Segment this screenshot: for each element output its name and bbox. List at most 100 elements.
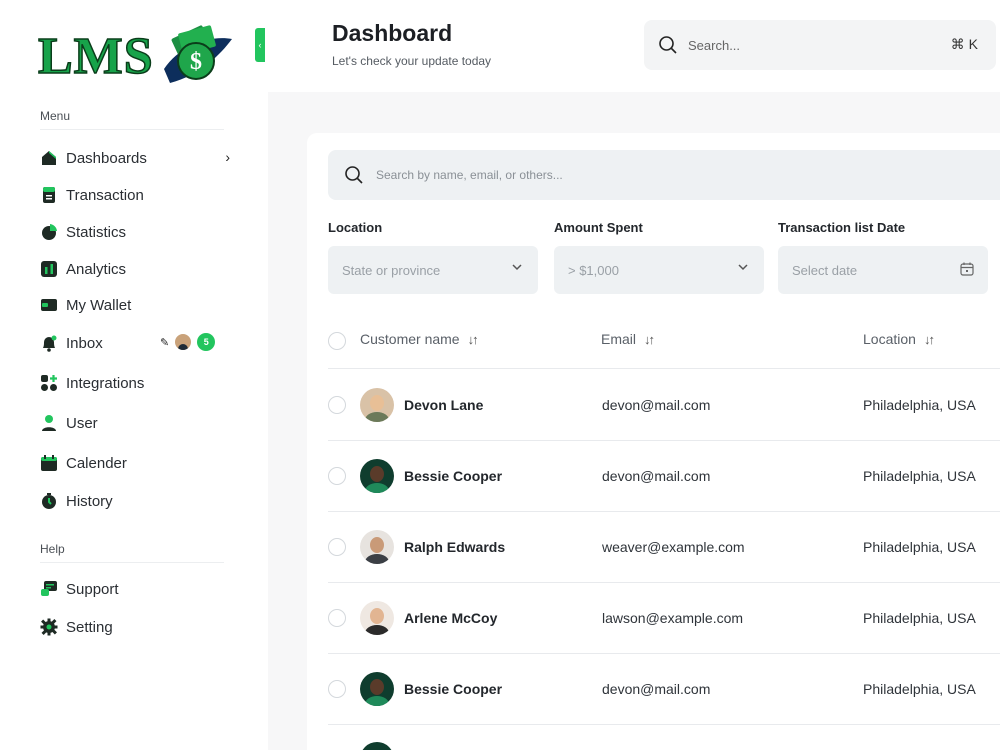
calendar-icon (960, 262, 974, 276)
sidebar-item-user[interactable]: User (40, 409, 230, 437)
sidebar-item-inbox[interactable]: Inbox ✎ 5 (40, 329, 230, 357)
row-divider (328, 440, 1000, 441)
column-header-label: Customer name (360, 331, 460, 347)
amount-select[interactable]: > $1,000 (554, 246, 764, 294)
collapse-sidebar-button[interactable]: ‹ (255, 28, 265, 62)
sidebar-item-label: Setting (66, 618, 113, 636)
wallet-icon (40, 296, 58, 314)
column-header-location[interactable]: Location ↓↑ (863, 331, 935, 347)
avatar (360, 529, 394, 564)
help-divider (40, 562, 224, 563)
email-cell: devon@mail.com (602, 467, 711, 484)
select-all-checkbox[interactable] (328, 332, 346, 350)
location-select-placeholder: State or province (342, 262, 441, 278)
location-filter-label: Location (328, 220, 383, 235)
inbox-extras: ✎ 5 (160, 333, 216, 351)
customer-name: Devon Lane (404, 396, 484, 413)
integrations-icon (40, 374, 58, 392)
sort-icon: ↓↑ (923, 331, 935, 347)
customer-cell: Bessie Cooper (360, 671, 503, 706)
global-search[interactable]: ⌘ K (644, 20, 996, 70)
logo[interactable]: LMS $ (37, 22, 248, 92)
customer-name: Bessie Cooper (404, 680, 503, 697)
date-picker[interactable]: Select date (778, 246, 988, 294)
sidebar-item-label: Statistics (66, 223, 127, 241)
sidebar-item-setting[interactable]: Setting (40, 613, 230, 641)
date-picker-placeholder: Select date (792, 262, 858, 278)
sidebar-item-my-wallet[interactable]: My Wallet (40, 291, 230, 319)
row-divider (328, 582, 1000, 583)
customer-name: Ralph Edwards (404, 538, 506, 555)
history-icon (40, 492, 58, 510)
money-icon: $ (163, 25, 232, 83)
shortcut-hint: ⌘ K (950, 36, 978, 52)
sort-icon: ↓↑ (644, 331, 655, 347)
customer-name: Bessie Cooper (404, 467, 503, 484)
column-header-customer-name[interactable]: Customer name ↓↑ (360, 331, 479, 347)
sort-icon: ↓↑ (467, 331, 479, 347)
customer-name: Arlene McCoy (404, 609, 498, 626)
email-cell: lawson@example.com (602, 609, 744, 626)
table-search[interactable] (328, 150, 1000, 200)
support-icon (40, 580, 58, 598)
sidebar-item-statistics[interactable]: Statistics (40, 218, 230, 246)
row-checkbox[interactable] (328, 679, 346, 698)
sidebar-item-transaction[interactable]: Transaction (40, 181, 230, 209)
avatar (360, 600, 394, 635)
customers-card: Location Amount Spent Transaction list D… (307, 133, 1000, 750)
avatar (360, 387, 394, 422)
row-checkbox[interactable] (328, 466, 346, 485)
menu-divider (40, 129, 224, 130)
global-search-input[interactable] (688, 37, 928, 53)
search-icon (659, 36, 677, 54)
customer-cell: Devon Lane (360, 387, 484, 422)
avatar (360, 458, 394, 493)
email-cell: devon@mail.com (602, 396, 711, 413)
user-icon (40, 414, 58, 432)
calendar-icon (40, 454, 58, 472)
sidebar-item-history[interactable]: History (40, 487, 230, 515)
row-checkbox[interactable] (328, 537, 346, 556)
sidebar-item-support[interactable]: Support (40, 575, 230, 603)
bell-icon (40, 334, 58, 352)
home-icon (40, 149, 58, 167)
sidebar-item-label: My Wallet (66, 296, 132, 314)
sidebar-item-calender[interactable]: Calender (40, 449, 230, 477)
sidebar-item-integrations[interactable]: Integrations (40, 369, 230, 397)
chevron-down-icon (512, 264, 522, 271)
analytics-icon (40, 260, 58, 278)
sidebar-item-analytics[interactable]: Analytics (40, 255, 230, 283)
logo-text: LMS (37, 28, 154, 85)
sidebar-item-label: Support (66, 580, 119, 598)
table-search-input[interactable] (376, 168, 776, 182)
chevron-down-icon (738, 264, 748, 271)
location-select[interactable]: State or province (328, 246, 538, 294)
row-checkbox[interactable] (328, 608, 346, 627)
sidebar-item-label: History (66, 492, 113, 510)
date-filter-label: Transaction list Date (778, 220, 906, 235)
inbox-count-badge: 5 (197, 333, 216, 351)
column-header-label: Location (863, 331, 916, 347)
row-divider (328, 368, 1000, 369)
page-subtitle: Let's check your update today (332, 54, 492, 68)
location-cell: Philadelphia, USA (863, 396, 976, 413)
row-divider (328, 511, 1000, 512)
column-header-label: Email (601, 331, 637, 347)
row-divider (328, 653, 1000, 654)
sidebar-item-label: Analytics (66, 260, 127, 278)
search-icon (345, 166, 363, 184)
sidebar-item-label: Transaction (66, 186, 144, 204)
row-checkbox[interactable] (328, 395, 346, 414)
amount-select-placeholder: > $1,000 (568, 262, 619, 278)
page-title: Dashboard (332, 20, 453, 46)
row-divider (328, 724, 1000, 725)
top-header: Dashboard Let's check your update today … (268, 0, 1000, 92)
avatar (175, 334, 192, 350)
svg-text:$: $ (190, 49, 202, 75)
sidebar: LMS $ ‹ Menu Dashboards › Transaction St… (0, 0, 268, 750)
sidebar-item-dashboards[interactable]: Dashboards › (40, 144, 230, 172)
column-header-email[interactable]: Email ↓↑ (601, 331, 655, 347)
location-cell: Philadelphia, USA (863, 609, 976, 626)
pencil-icon: ✎ (160, 336, 170, 349)
location-cell: Philadelphia, USA (863, 680, 976, 697)
